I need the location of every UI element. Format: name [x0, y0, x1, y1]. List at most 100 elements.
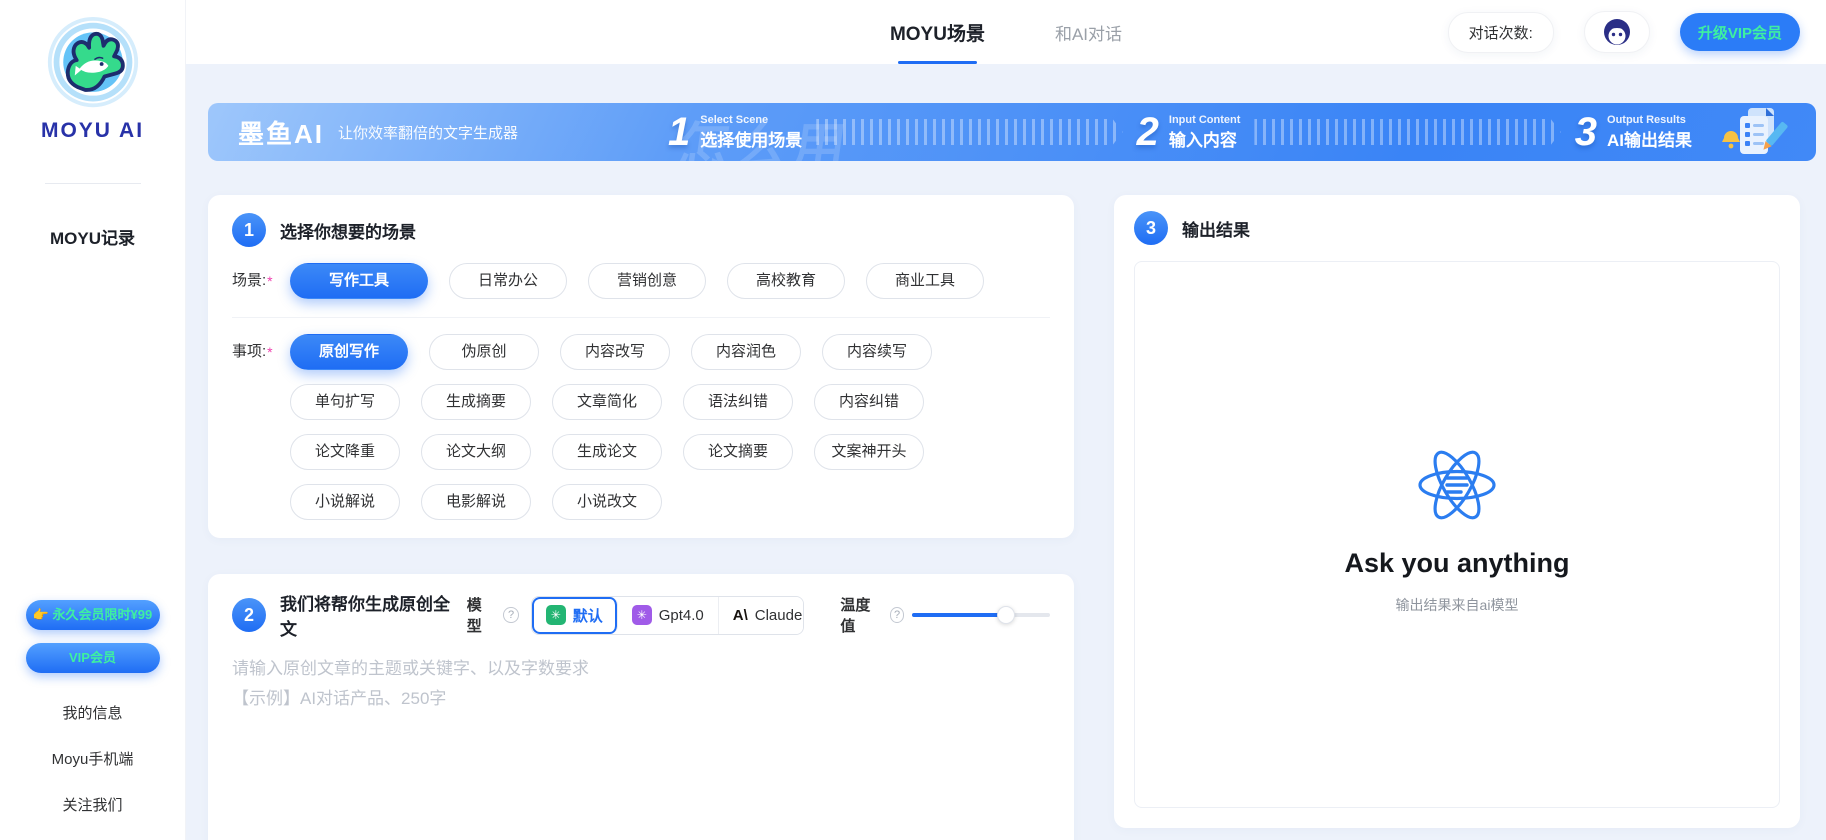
model-option-claude[interactable]: A\ Claude: [719, 597, 805, 634]
sidebar-item-mobile-app[interactable]: Moyu手机端: [0, 737, 185, 783]
main-content: 墨鱼AI 让你效率翻倍的文字生成器 怎么用 1 Select Scene 选择使…: [186, 64, 1826, 840]
sidebar: MOYU AI MOYU记录 👉 永久会员限时¥99 VIP会员 我的信息 Mo…: [0, 0, 186, 840]
sidebar-divider: [45, 183, 141, 184]
step-3-badge: 3: [1134, 211, 1168, 245]
item-tag[interactable]: 文章简化: [552, 384, 662, 420]
item-tag[interactable]: 内容润色: [691, 334, 801, 370]
stripe-arrow-divider: [816, 119, 1122, 145]
tab-moyu-scenes[interactable]: MOYU场景: [890, 0, 985, 64]
temperature-group: 温度值 ?: [840, 594, 1050, 636]
banner-brand: 墨鱼AI: [238, 114, 324, 151]
sidebar-item-logout[interactable]: 退出登录: [0, 829, 185, 840]
item-tag[interactable]: 文案神开头: [814, 434, 924, 470]
lifetime-membership-button[interactable]: 👉 永久会员限时¥99: [26, 600, 160, 630]
temperature-slider-fill: [912, 613, 1006, 617]
scene-tag[interactable]: 写作工具: [290, 263, 428, 299]
scene-tag[interactable]: 日常办公: [449, 263, 567, 299]
output-panel: 3 输出结果: [1114, 195, 1800, 828]
model-label: 模型: [467, 594, 496, 636]
sidebar-item-my-info[interactable]: 我的信息: [0, 691, 185, 737]
step-1-badge: 1: [232, 213, 266, 247]
model-group: 模型 ? ✳ 默认 ✳ Gpt4.0 A: [467, 594, 805, 636]
scene-row: 场景:* 写作工具 日常办公 营销创意 高校教育 商业工具: [232, 263, 1050, 299]
empty-state: Ask you anything 输出结果来自ai模型: [1344, 442, 1569, 615]
gpt4-model-icon: ✳: [632, 605, 652, 625]
temperature-label: 温度值: [840, 594, 881, 636]
panel3-header: 3 输出结果: [1134, 211, 1780, 245]
step-2-badge: 2: [232, 598, 266, 632]
panel2-title: 我们将帮你生成原创全文: [280, 590, 453, 640]
avatar-button[interactable]: [1584, 11, 1650, 53]
logo: MOYU AI: [0, 0, 185, 143]
logo-text: MOYU AI: [0, 119, 185, 143]
item-tag[interactable]: 生成摘要: [421, 384, 531, 420]
left-column: 1 选择你想要的场景 场景:* 写作工具 日常办公 营销创意 高校教育 商业工具…: [208, 195, 1074, 840]
item-tag[interactable]: 小说改文: [552, 484, 662, 520]
banner-step-3: 3 Output Results AI输出结果: [1575, 110, 1692, 155]
output-result-box: Ask you anything 输出结果来自ai模型: [1134, 261, 1780, 808]
vip-membership-button[interactable]: VIP会员: [26, 643, 160, 673]
intro-banner: 墨鱼AI 让你效率翻倍的文字生成器 怎么用 1 Select Scene 选择使…: [208, 103, 1816, 161]
sidebar-menu: 我的信息 Moyu手机端 关注我们 退出登录: [0, 691, 185, 840]
banner-tagline: 让你效率翻倍的文字生成器: [338, 122, 518, 143]
temperature-slider-thumb[interactable]: [997, 606, 1015, 624]
item-tag[interactable]: 内容续写: [822, 334, 932, 370]
scene-select-panel: 1 选择你想要的场景 场景:* 写作工具 日常办公 营销创意 高校教育 商业工具…: [208, 195, 1074, 538]
documents-pencil-illustration-icon: [1718, 106, 1790, 158]
item-tag[interactable]: 内容纠错: [814, 384, 924, 420]
scene-tag[interactable]: 高校教育: [727, 263, 845, 299]
prompt-placeholder-line2: 【示例】AI对话产品、250字: [232, 684, 1050, 714]
item-tag[interactable]: 伪原创: [429, 334, 539, 370]
panel1-title: 选择你想要的场景: [280, 218, 416, 243]
sidebar-item-moyu-records[interactable]: MOYU记录: [0, 224, 185, 249]
item-tag[interactable]: 生成论文: [552, 434, 662, 470]
panel1-divider: [232, 317, 1050, 318]
pointing-hand-icon: 👉: [33, 607, 49, 622]
content-row: 1 选择你想要的场景 场景:* 写作工具 日常办公 营销创意 高校教育 商业工具…: [208, 195, 1800, 840]
moyu-logo-icon: [45, 16, 141, 112]
default-model-icon: ✳: [546, 605, 566, 625]
top-header: MOYU场景 和AI对话 对话次数: 升级VIP会员: [186, 0, 1826, 64]
required-star: *: [267, 344, 272, 360]
sidebar-bottom: 👉 永久会员限时¥99 VIP会员 我的信息 Moyu手机端 关注我们 退出登录: [0, 600, 185, 840]
item-tag[interactable]: 单句扩写: [290, 384, 400, 420]
tab-chat-with-ai[interactable]: 和AI对话: [1055, 0, 1122, 64]
upgrade-vip-button[interactable]: 升级VIP会员: [1680, 13, 1800, 51]
model-selector: ✳ 默认 ✳ Gpt4.0 A\ Claude: [531, 596, 805, 635]
item-label: 事项:*: [232, 334, 290, 370]
stripe-arrow-divider: [1254, 119, 1560, 145]
model-option-default[interactable]: ✳ 默认: [532, 597, 618, 634]
generate-input-panel: 2 我们将帮你生成原创全文 模型 ? ✳ 默认 ✳ Gpt4.0: [208, 574, 1074, 840]
scene-tag[interactable]: 商业工具: [866, 263, 984, 299]
model-option-gpt4[interactable]: ✳ Gpt4.0: [618, 597, 719, 634]
item-row: 事项:* 原创写作 伪原创 内容改写 内容润色 内容续写 单句扩写 生成摘要 文…: [232, 334, 1050, 520]
item-tag[interactable]: 论文降重: [290, 434, 400, 470]
prompt-placeholder-line1: 请输入原创文章的主题或关键字、以及字数要求: [232, 654, 1050, 684]
scene-tag-list: 写作工具 日常办公 营销创意 高校教育 商业工具: [290, 263, 984, 299]
header-right: 对话次数: 升级VIP会员: [1448, 0, 1800, 64]
user-avatar-icon: [1602, 17, 1632, 47]
scene-label: 场景:*: [232, 263, 290, 299]
sidebar-item-follow-us[interactable]: 关注我们: [0, 783, 185, 829]
item-tag[interactable]: 小说解说: [290, 484, 400, 520]
temperature-slider[interactable]: [912, 607, 1050, 623]
item-tag[interactable]: 电影解说: [421, 484, 531, 520]
model-help-icon[interactable]: ?: [503, 607, 518, 623]
prompt-input[interactable]: 请输入原创文章的主题或关键字、以及字数要求 【示例】AI对话产品、250字 0: [232, 654, 1050, 840]
required-star: *: [267, 273, 272, 289]
item-tag[interactable]: 论文摘要: [683, 434, 793, 470]
empty-state-title: Ask you anything: [1344, 548, 1569, 579]
item-tag[interactable]: 语法纠错: [683, 384, 793, 420]
panel3-title: 输出结果: [1182, 216, 1250, 241]
atom-ai-icon: [1414, 442, 1500, 528]
temperature-help-icon[interactable]: ?: [890, 607, 905, 623]
item-tag[interactable]: 论文大纲: [421, 434, 531, 470]
chat-count-badge: 对话次数:: [1448, 12, 1554, 53]
panel1-header: 1 选择你想要的场景: [232, 213, 1050, 247]
scene-tag[interactable]: 营销创意: [588, 263, 706, 299]
item-tag-list: 原创写作 伪原创 内容改写 内容润色 内容续写 单句扩写 生成摘要 文章简化 语…: [290, 334, 1050, 520]
banner-step-2: 2 Input Content 输入内容: [1137, 110, 1241, 155]
item-tag[interactable]: 原创写作: [290, 334, 408, 370]
empty-state-subtitle: 输出结果来自ai模型: [1396, 595, 1519, 615]
item-tag[interactable]: 内容改写: [560, 334, 670, 370]
